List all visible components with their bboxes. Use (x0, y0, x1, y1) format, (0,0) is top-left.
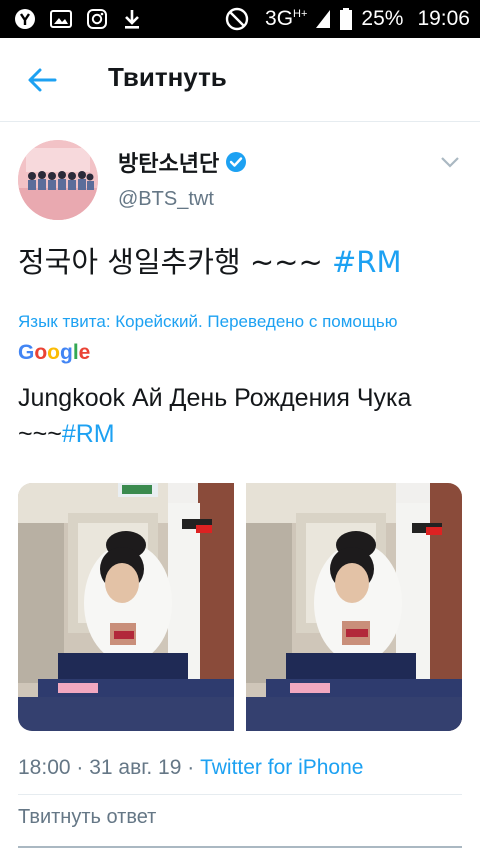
battery-icon (339, 7, 353, 31)
image-icon (50, 9, 72, 29)
translation-note-text: Язык твита: Корейский. Переведено с помо… (18, 312, 398, 331)
tweet-author: 방탄소년단 @BTS_twt (18, 140, 462, 220)
yandex-icon (14, 8, 36, 30)
hashtag-link[interactable]: #RM (332, 245, 401, 279)
status-bar: 3GH+ 25% 19:06 (0, 0, 480, 38)
dnd-icon (225, 7, 249, 31)
tweet-source-link[interactable]: Twitter for iPhone (200, 756, 363, 779)
tweet-time: 18:00 (18, 756, 71, 779)
network-type-superscript: H+ (293, 8, 308, 20)
tweet-date: 31 авг. 19 (89, 756, 182, 779)
translated-hashtag-link[interactable]: #RM (62, 420, 115, 448)
download-icon (122, 8, 142, 30)
clock: 19:06 (417, 7, 470, 30)
battery-level: 25% (361, 7, 404, 30)
google-logo: Google (18, 341, 91, 364)
tweet-photo[interactable] (246, 483, 462, 731)
app-header: Твитнуть (0, 38, 480, 122)
page-title: Твитнуть (108, 62, 227, 92)
signal-icon (315, 9, 331, 29)
tweet-meta: 18:00 · 31 авг. 19 · Twitter for iPhone (18, 756, 363, 780)
author-name[interactable]: 방탄소년단 (118, 146, 247, 178)
tweet-photo[interactable] (18, 483, 234, 731)
tweet-text: 정국아 생일추카행 ~~~ #RM (18, 240, 462, 284)
reply-input[interactable]: Твитнуть ответ (18, 806, 462, 836)
tweet-options-button[interactable] (438, 150, 462, 174)
divider (18, 794, 462, 795)
meta-separator: · (187, 756, 201, 779)
verified-icon (225, 151, 247, 173)
tweet-text-main: 정국아 생일추카행 ~~~ (18, 245, 332, 279)
network-type: 3GH+ (265, 7, 308, 30)
author-name-text: 방탄소년단 (118, 152, 220, 177)
instagram-icon (86, 8, 108, 30)
translation-note[interactable]: Язык твита: Корейский. Переведено с помо… (18, 306, 462, 369)
author-handle[interactable]: @BTS_twt (118, 188, 214, 211)
back-button[interactable] (22, 64, 62, 96)
chevron-down-icon (441, 157, 459, 168)
translated-text: Jungkook Ай День Рождения Чука ~~~#RM (18, 380, 468, 452)
meta-separator: · (76, 756, 90, 779)
back-arrow-icon (28, 68, 57, 92)
avatar[interactable] (18, 140, 98, 220)
media-grid (18, 483, 462, 731)
reply-input-underline (18, 846, 462, 848)
